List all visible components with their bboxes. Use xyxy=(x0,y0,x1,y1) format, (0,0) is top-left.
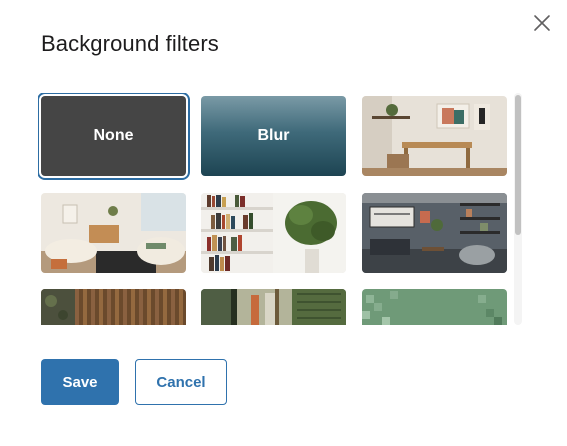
filter-tile-wood-panel[interactable] xyxy=(41,289,186,325)
living-room-image xyxy=(41,193,186,273)
green-doorway-image xyxy=(201,289,346,325)
bookshelf-image xyxy=(201,193,346,273)
filter-tile-office[interactable] xyxy=(362,96,507,176)
lounge-image xyxy=(362,193,507,273)
filter-label-blur: Blur xyxy=(257,127,290,144)
filter-tile-green-doorway[interactable] xyxy=(201,289,346,325)
green-pattern-image xyxy=(362,289,507,325)
scrollbar-thumb[interactable] xyxy=(515,95,521,235)
dialog-title: Background filters xyxy=(41,31,219,56)
filter-tile-none[interactable]: None xyxy=(41,96,186,176)
filter-scrollbar[interactable] xyxy=(512,93,524,325)
filter-tile-lounge[interactable] xyxy=(362,193,507,273)
background-filters-dialog: Background filters None Blur Save Cancel xyxy=(0,0,567,446)
filter-tile-blur[interactable]: Blur xyxy=(201,96,346,176)
save-button[interactable]: Save xyxy=(41,359,119,405)
filter-tile-bookshelf[interactable] xyxy=(201,193,346,273)
office-image xyxy=(362,96,507,176)
cancel-button[interactable]: Cancel xyxy=(135,359,227,405)
filter-tile-green-pattern[interactable] xyxy=(362,289,507,325)
close-icon[interactable] xyxy=(530,11,554,35)
filter-tile-living-room[interactable] xyxy=(41,193,186,273)
filter-grid: None Blur xyxy=(38,93,528,325)
wood-panel-image xyxy=(41,289,186,325)
filter-label-none: None xyxy=(93,127,134,144)
